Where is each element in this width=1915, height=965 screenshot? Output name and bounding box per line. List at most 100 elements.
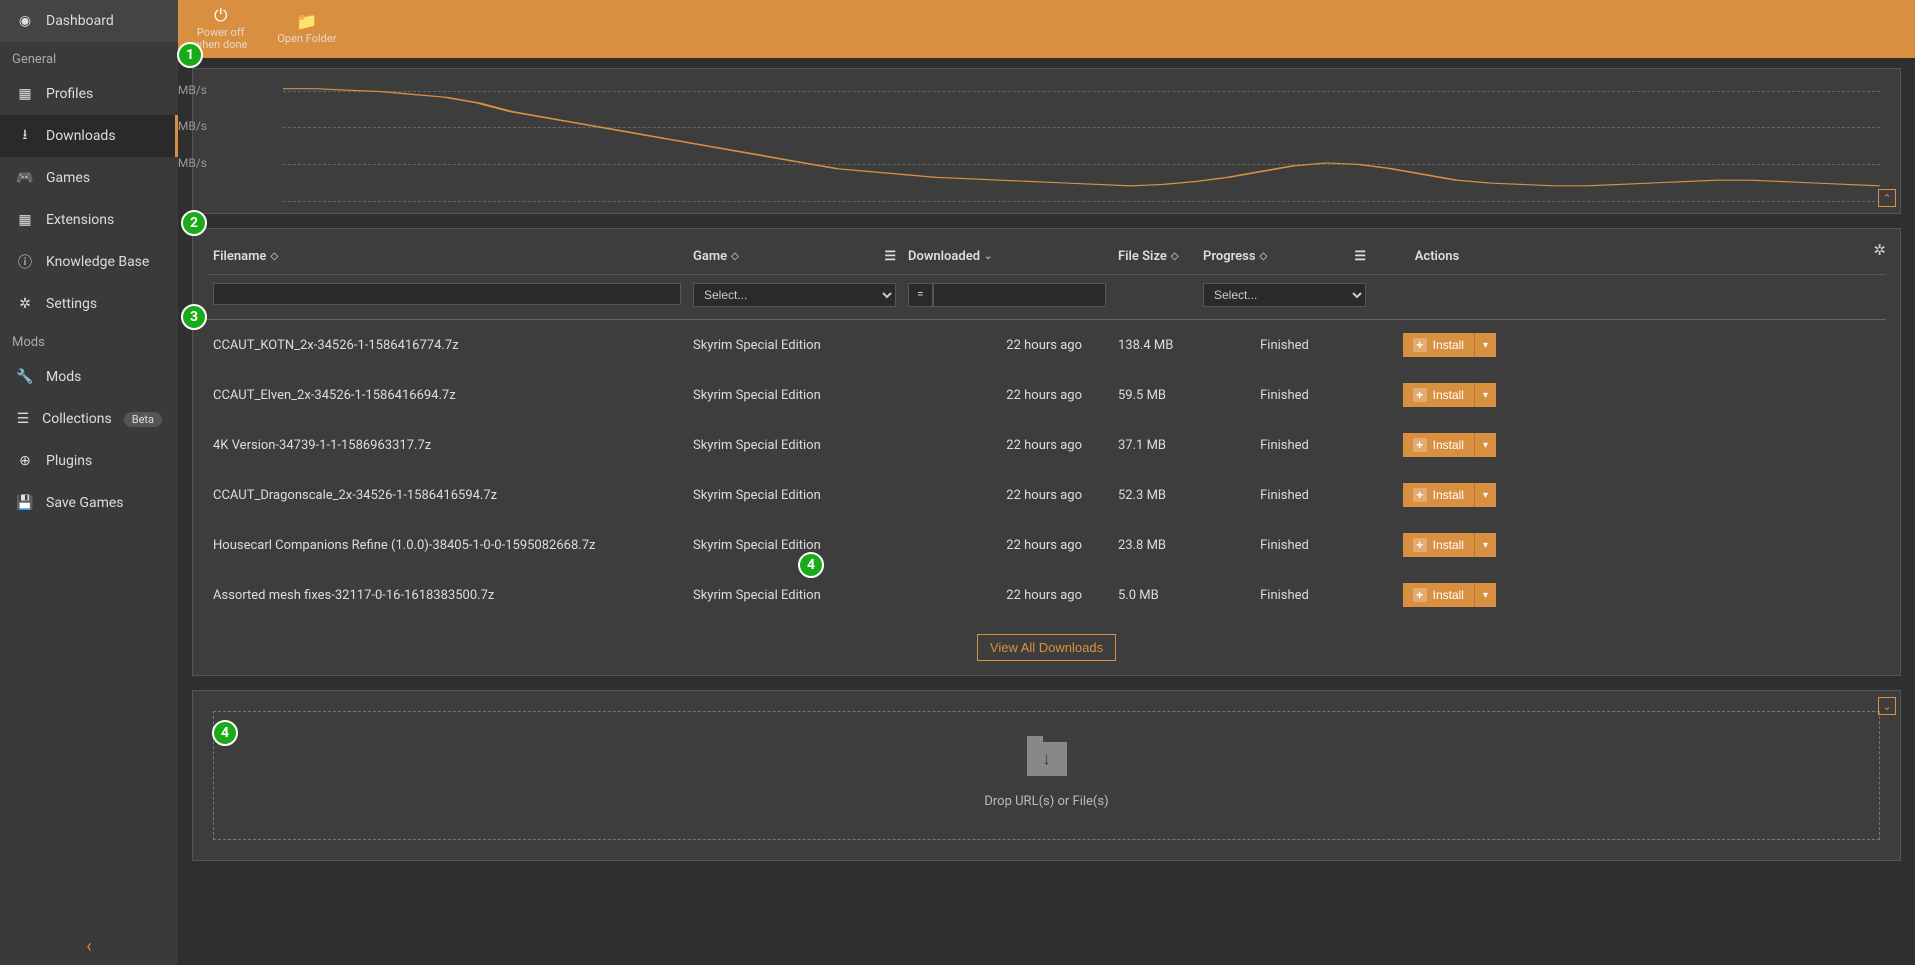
- caret-down-icon: ▾: [1483, 440, 1488, 451]
- beta-badge: Beta: [124, 412, 162, 427]
- install-button[interactable]: +Install: [1403, 533, 1474, 557]
- install-label: Install: [1433, 488, 1464, 502]
- drop-zone[interactable]: ↓ Drop URL(s) or File(s): [213, 711, 1880, 840]
- chevron-up-icon: ⌃: [1882, 192, 1891, 205]
- cell-filename: CCAUT_KOTN_2x-34526-1-1586416774.7z: [207, 334, 687, 357]
- th-filesize[interactable]: File Size ◇: [1112, 245, 1197, 268]
- table-row[interactable]: CCAUT_Dragonscale_2x-34526-1-1586416594.…: [207, 470, 1886, 520]
- sidebar-collapse-button[interactable]: ‹: [0, 928, 178, 965]
- cell-progress: Finished: [1197, 484, 1372, 507]
- cell-filesize: 5.0 MB: [1112, 584, 1197, 607]
- install-dropdown-button[interactable]: ▾: [1474, 483, 1496, 507]
- sidebar-item-profiles[interactable]: ▦ Profiles: [0, 73, 178, 115]
- sidebar-item-label: Settings: [46, 296, 97, 312]
- sidebar-item-label: Profiles: [46, 86, 93, 102]
- list-icon: ☰: [1354, 249, 1366, 264]
- view-all-downloads-button[interactable]: View All Downloads: [977, 634, 1116, 661]
- cell-filesize: 59.5 MB: [1112, 384, 1197, 407]
- sidebar-item-extensions[interactable]: ▦ Extensions: [0, 199, 178, 241]
- table-row[interactable]: Housecarl Companions Refine (1.0.0)-3840…: [207, 520, 1886, 570]
- sidebar-item-dashboard[interactable]: ◉ Dashboard: [0, 0, 178, 42]
- table-row[interactable]: 4K Version-34739-1-1-1586963317.7zSkyrim…: [207, 420, 1886, 470]
- sidebar-item-settings[interactable]: ✲ Settings: [0, 283, 178, 325]
- sidebar-item-knowledge[interactable]: ⓘ Knowledge Base: [0, 241, 178, 283]
- drop-panel: ⌄ ↓ Drop URL(s) or File(s): [192, 690, 1901, 861]
- annotation-3: 3: [181, 304, 207, 330]
- install-button[interactable]: +Install: [1403, 333, 1474, 357]
- sidebar-item-label: Extensions: [46, 212, 114, 228]
- cell-game: Skyrim Special Edition: [687, 334, 902, 357]
- folder-icon: 📁: [296, 13, 317, 32]
- caret-down-icon: ▾: [1483, 340, 1488, 351]
- cell-progress: Finished: [1197, 434, 1372, 457]
- open-folder-label: Open Folder: [277, 33, 336, 45]
- install-dropdown-button[interactable]: ▾: [1474, 583, 1496, 607]
- install-button[interactable]: +Install: [1403, 583, 1474, 607]
- filter-progress-select[interactable]: Select...: [1203, 283, 1366, 307]
- filter-downloaded-operator[interactable]: =: [908, 283, 933, 307]
- cell-filename: CCAUT_Dragonscale_2x-34526-1-1586416594.…: [207, 484, 687, 507]
- caret-down-icon: ▾: [1483, 390, 1488, 401]
- y-tick: 12.9 MB/s: [178, 156, 207, 170]
- filter-downloaded-input[interactable]: [933, 283, 1106, 307]
- install-dropdown-button[interactable]: ▾: [1474, 433, 1496, 457]
- cell-filesize: 23.8 MB: [1112, 534, 1197, 557]
- downloads-table-panel: ✲ Filename ◇ Game ◇ ☰ Downloaded ⌄ File …: [192, 228, 1901, 676]
- sidebar-item-collections[interactable]: ☰ Collections Beta: [0, 398, 178, 440]
- speed-chart-panel: 38.4 MB/s 25.6 MB/s 12.9 MB/s ⌃: [192, 68, 1901, 214]
- folder-download-icon: ↓: [1027, 742, 1067, 776]
- th-progress[interactable]: Progress ◇ ☰: [1197, 245, 1372, 268]
- annotation-2: 2: [181, 210, 207, 236]
- open-folder-button[interactable]: 📁 Open Folder: [271, 9, 342, 50]
- download-icon: ⭳: [16, 127, 34, 145]
- sidebar-item-mods[interactable]: 🔧 Mods: [0, 356, 178, 398]
- sidebar-item-savegames[interactable]: 💾 Save Games: [0, 482, 178, 524]
- caret-down-icon: ▾: [1483, 490, 1488, 501]
- filter-filename-input[interactable]: [213, 283, 681, 305]
- install-label: Install: [1433, 538, 1464, 552]
- install-button[interactable]: +Install: [1403, 433, 1474, 457]
- install-label: Install: [1433, 338, 1464, 352]
- cell-game: Skyrim Special Edition: [687, 434, 902, 457]
- collapse-chart-button[interactable]: ⌃: [1878, 189, 1896, 207]
- th-filename[interactable]: Filename ◇: [207, 245, 687, 268]
- gauge-icon: ◉: [16, 12, 34, 30]
- install-button[interactable]: + Install: [1403, 483, 1474, 507]
- th-downloaded[interactable]: Downloaded ⌄: [902, 245, 1112, 268]
- table-body: CCAUT_KOTN_2x-34526-1-1586416774.7zSkyri…: [207, 320, 1886, 620]
- cell-game: Skyrim Special Edition: [687, 534, 902, 557]
- th-game[interactable]: Game ◇ ☰: [687, 245, 902, 268]
- filter-game-select[interactable]: Select...: [693, 283, 896, 307]
- table-row[interactable]: CCAUT_KOTN_2x-34526-1-1586416774.7zSkyri…: [207, 320, 1886, 370]
- cell-downloaded: 22 hours ago: [902, 584, 1112, 607]
- install-button[interactable]: +Install: [1403, 383, 1474, 407]
- table-row[interactable]: Assorted mesh fixes-32117-0-16-161838350…: [207, 570, 1886, 620]
- y-tick: 38.4 MB/s: [178, 83, 207, 97]
- table-row[interactable]: CCAUT_Elven_2x-34526-1-1586416694.7zSkyr…: [207, 370, 1886, 420]
- collapse-drop-button[interactable]: ⌄: [1878, 697, 1896, 715]
- install-dropdown-button[interactable]: ▾: [1474, 533, 1496, 557]
- cell-progress: Finished: [1197, 584, 1372, 607]
- sort-icon: ◇: [731, 251, 739, 262]
- sort-icon: ◇: [270, 251, 278, 262]
- list-icon: ☰: [884, 249, 896, 264]
- sidebar-item-plugins[interactable]: ⊕ Plugins: [0, 440, 178, 482]
- install-dropdown-button[interactable]: ▾: [1474, 383, 1496, 407]
- sidebar-item-label: Collections: [42, 411, 112, 427]
- cell-progress: Finished: [1197, 334, 1372, 357]
- cell-filename: Assorted mesh fixes-32117-0-16-161838350…: [207, 584, 687, 607]
- cell-filename: Housecarl Companions Refine (1.0.0)-3840…: [207, 534, 687, 557]
- sidebar-item-downloads[interactable]: ⭳ Downloads: [0, 115, 178, 157]
- cell-progress: Finished: [1197, 384, 1372, 407]
- plus-icon: +: [1413, 588, 1427, 602]
- sidebar-item-games[interactable]: 🎮 Games: [0, 157, 178, 199]
- sort-icon: ◇: [1171, 251, 1179, 262]
- cell-game: Skyrim Special Edition: [687, 384, 902, 407]
- sidebar: ◉ Dashboard General ▦ Profiles ⭳ Downloa…: [0, 0, 178, 965]
- install-dropdown-button[interactable]: ▾: [1474, 333, 1496, 357]
- chevron-down-icon: ⌄: [1882, 700, 1891, 713]
- cell-game: Skyrim Special Edition: [687, 584, 902, 607]
- table-settings-button[interactable]: ✲: [1873, 241, 1886, 259]
- wrench-icon: 🔧: [16, 368, 34, 386]
- plus-icon: +: [1413, 488, 1427, 502]
